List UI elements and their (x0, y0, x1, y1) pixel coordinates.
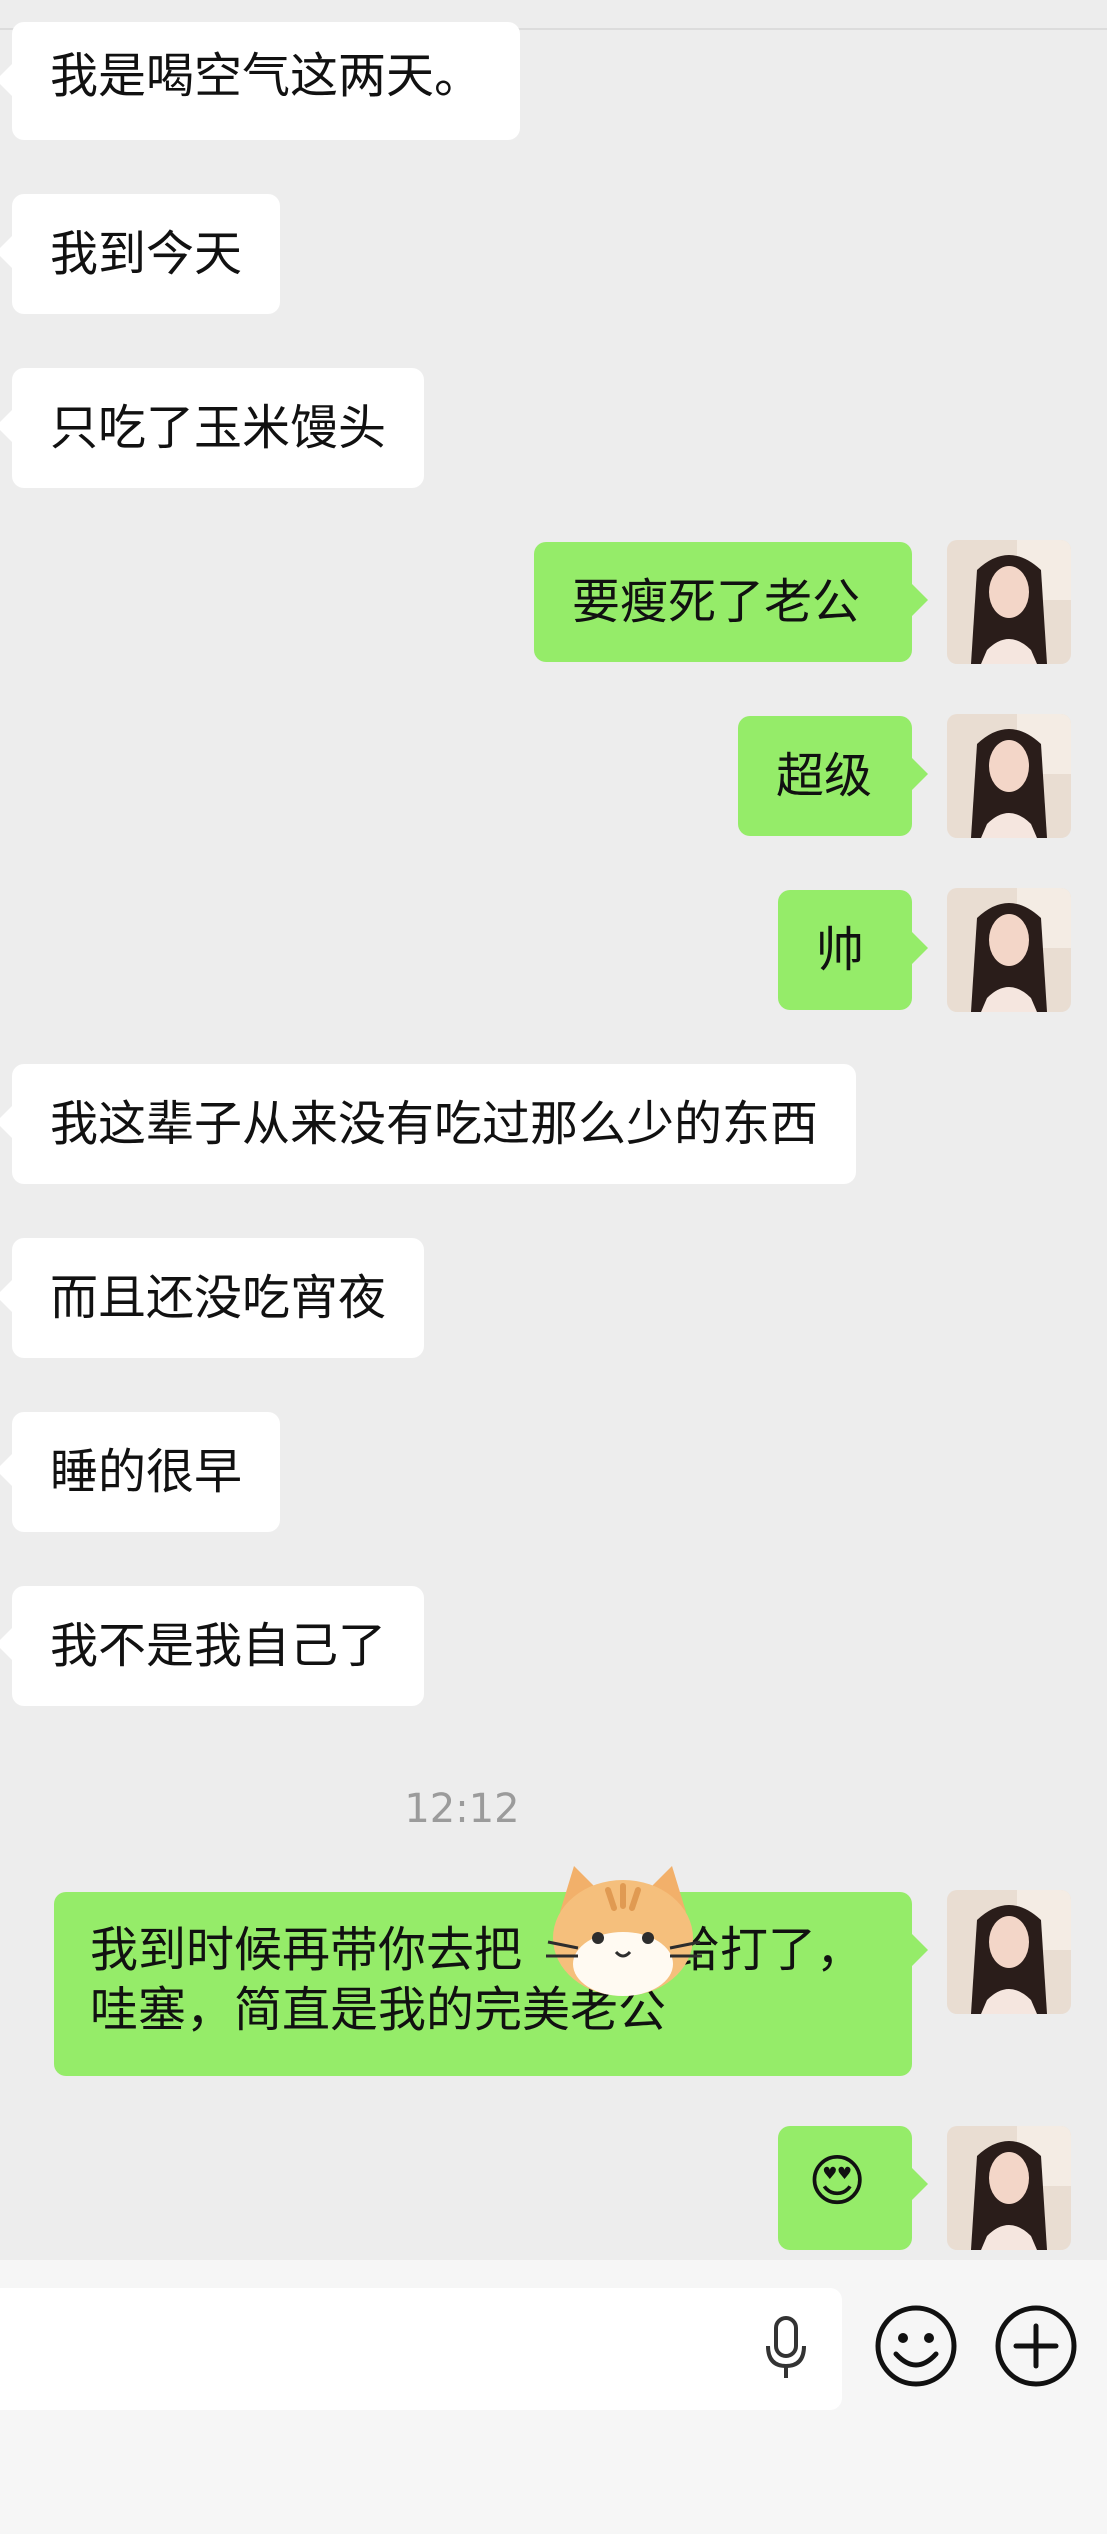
plus-circle-icon[interactable] (992, 2302, 1080, 2390)
message-bubble-incoming[interactable]: 睡的很早 (0, 1412, 281, 1532)
microphone-icon[interactable] (760, 2314, 812, 2384)
input-bar (0, 2260, 1107, 2534)
user-avatar-icon[interactable] (947, 2126, 1071, 2250)
message-timestamp: 12:12 (404, 1786, 520, 1832)
message-text: 只吃了玉米馒头 (50, 400, 387, 456)
message-bubble-incoming[interactable]: 而且还没吃宵夜 (0, 1238, 425, 1358)
message-text: 帅 (816, 922, 865, 978)
message-text: 要瘦死了老公 (572, 574, 861, 630)
message-bubble-incoming[interactable]: 我是喝空气这两天。 (0, 22, 521, 140)
message-bubble-incoming[interactable]: 我不是我自己了 (0, 1586, 425, 1706)
message-bubble-outgoing[interactable]: 帅 (778, 890, 928, 1010)
message-text: 我不是我自己了 (50, 1618, 387, 1674)
message-bubble-outgoing[interactable]: 😍 (778, 2126, 928, 2250)
message-bubble-outgoing[interactable]: 我到时候再带你去把 给打了， 哇塞，简直是我的完美老公 (54, 1892, 928, 2076)
message-input[interactable] (0, 2288, 842, 2410)
message-text: 我是喝空气这两天。 (50, 48, 483, 104)
message-text: 睡的很早 (50, 1444, 243, 1500)
emoji-face-icon[interactable] (872, 2302, 960, 2390)
chat-area: 我是喝空气这两天。 我到今天 只吃了玉米馒头 要瘦死了老公 超级 帅 我这辈子从… (0, 0, 1107, 2260)
message-text: 我到今天 (50, 226, 243, 282)
heart-eyes-emoji-icon: 😍 (808, 2149, 867, 2214)
user-avatar-icon[interactable] (947, 714, 1071, 838)
message-text: 我到时候再带你去把 (90, 1922, 523, 1978)
user-avatar-icon[interactable] (947, 1890, 1071, 2014)
message-text: 而且还没吃宵夜 (50, 1270, 387, 1326)
message-text-line: 哇塞，简直是我的完美老公 (90, 1982, 667, 2038)
message-bubble-outgoing[interactable]: 超级 (738, 716, 928, 836)
user-avatar-icon[interactable] (947, 888, 1071, 1012)
message-bubble-incoming[interactable]: 只吃了玉米馒头 (0, 368, 425, 488)
message-text-line: 我到时候再带你去把 给打了， (90, 1920, 876, 1980)
user-avatar-icon[interactable] (947, 540, 1071, 664)
message-bubble-incoming[interactable]: 我到今天 (0, 194, 281, 314)
message-text: 我这辈子从来没有吃过那么少的东西 (50, 1096, 819, 1152)
cat-sticker-icon (538, 1856, 708, 2006)
message-bubble-incoming[interactable]: 我这辈子从来没有吃过那么少的东西 (0, 1064, 857, 1184)
message-text: 超级 (776, 748, 873, 804)
message-bubble-outgoing[interactable]: 要瘦死了老公 (534, 542, 928, 662)
